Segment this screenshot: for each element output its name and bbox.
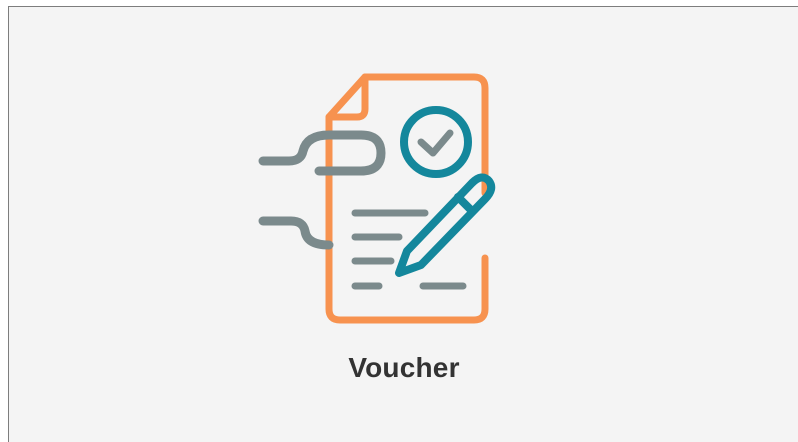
voucher-document-icon	[249, 63, 499, 333]
tile-label: Voucher	[348, 352, 460, 383]
pen-icon	[395, 173, 496, 277]
check-mark	[417, 129, 454, 157]
voucher-tile[interactable]: Voucher	[8, 6, 798, 442]
paperclip	[258, 130, 386, 176]
check-circle	[400, 106, 472, 178]
text-lines	[351, 209, 467, 290]
